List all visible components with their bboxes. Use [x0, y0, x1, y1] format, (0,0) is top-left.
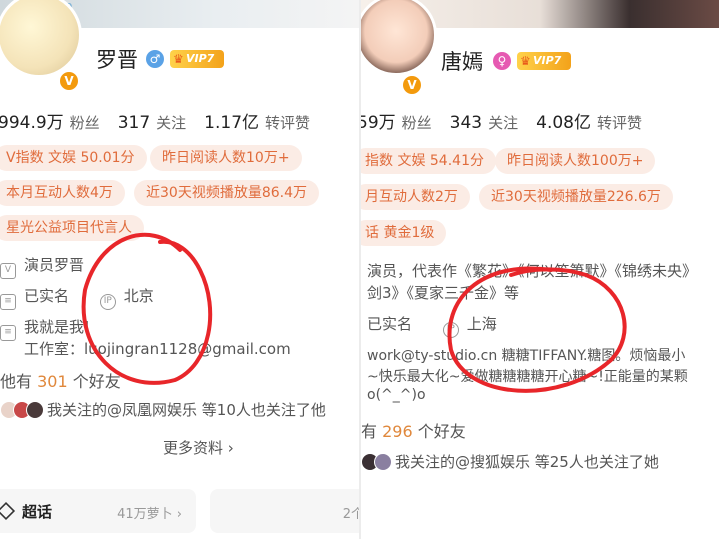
- vip-badge[interactable]: VIP7: [517, 52, 571, 70]
- following-count[interactable]: 317: [118, 113, 150, 133]
- following-count[interactable]: 343: [450, 113, 482, 133]
- bio-line2: ~快乐最大化~爱做糖糖糖糖开心糖~!正能量的某颗: [367, 369, 688, 385]
- verified-badge-icon: V: [401, 74, 423, 96]
- friends-row[interactable]: 他有 301 个好友: [0, 368, 121, 392]
- friends-count: 296: [382, 422, 413, 441]
- vip-badge[interactable]: VIP7: [170, 50, 224, 68]
- female-gender-icon: ♀: [493, 52, 511, 70]
- friends-row[interactable]: 有 296 个好友: [361, 418, 466, 442]
- supertopic-card[interactable]: 超话 41万萝卜 ›: [0, 489, 196, 533]
- profile-name: 罗晋: [96, 48, 138, 72]
- realname-ip-row: ≡ 已实名 IP 北京: [0, 285, 154, 310]
- chip-interactions[interactable]: 月互动人数2万: [361, 184, 470, 210]
- right-profile-panel: V 唐嫣 ♀ VIP7 59万粉丝343关注4.08亿转评赞 指数 文娱 54.…: [361, 0, 719, 539]
- mutual-avatars: [0, 401, 44, 423]
- stats-row: 994.9万 粉丝 317 关注 1.17亿 转评赞: [0, 113, 311, 133]
- friends-count: 301: [37, 372, 68, 391]
- ip-location: 北京: [123, 287, 154, 305]
- bio-line3: o(^_^)o: [367, 387, 426, 403]
- chip-interactions[interactable]: 本月互动人数4万: [0, 180, 125, 206]
- mutual-follow-row[interactable]: 我关注的@凤凰网娱乐 等10人也关注了他: [0, 399, 326, 423]
- followers-count[interactable]: 994.9万: [0, 113, 64, 133]
- chip-supertopic-level[interactable]: 话 黄金1级: [361, 220, 447, 246]
- chip-charity[interactable]: 星光公益项目代言人: [0, 215, 144, 241]
- id-card-icon: ≡: [0, 294, 16, 310]
- verification-line2: 剑3》《夏家三千金》等: [367, 284, 520, 302]
- avatar[interactable]: [0, 0, 82, 78]
- ip-icon: IP: [442, 322, 459, 338]
- chip-v-index[interactable]: 指数 文娱 54.41分: [361, 148, 496, 174]
- stats-row: 59万 粉丝 343 关注 4.08亿 转评赞: [361, 108, 660, 133]
- verified-badge-icon: V: [58, 70, 80, 92]
- document-icon: ≡: [0, 325, 16, 341]
- chip-video-plays[interactable]: 近30天视频播放量86.4万: [134, 180, 319, 206]
- ip-icon: IP: [99, 294, 116, 310]
- chip-reads[interactable]: 昨日阅读人数100万+: [495, 148, 656, 174]
- bio-line1: work@ty-studio.cn 糖糖TIFFANY.糖图。烦恼最小: [367, 348, 686, 364]
- avatar[interactable]: [361, 0, 437, 76]
- ip-location: 上海: [466, 315, 497, 333]
- mutual-follow-row[interactable]: 我关注的@搜狐娱乐 等25人也关注了她: [361, 451, 659, 475]
- chip-v-index[interactable]: V指数 文娱 50.01分: [0, 145, 147, 171]
- bio-line2: 工作室：luojingran1128@gmail.com: [24, 340, 291, 358]
- more-info-link[interactable]: 更多资料 ›: [163, 437, 234, 458]
- male-gender-icon: ♂: [146, 50, 164, 68]
- verification-line1: 演员，代表作《繁花》《何以笙箫默》《锦绣未央》: [367, 262, 698, 280]
- chip-reads[interactable]: 昨日阅读人数10万+: [150, 145, 302, 171]
- followers-count[interactable]: 59万: [361, 113, 396, 133]
- diamond-icon: [0, 501, 16, 521]
- realname-ip-row: 已实名 IP 上海: [367, 313, 497, 338]
- interactions-count: 1.17亿: [204, 113, 260, 133]
- second-card[interactable]: 2个: [210, 489, 360, 533]
- shield-icon: V: [0, 263, 16, 279]
- interactions-count: 4.08亿: [536, 113, 591, 133]
- verification-row: V 演员罗晋: [0, 254, 84, 279]
- chip-video-plays[interactable]: 近30天视频播放量226.6万: [479, 184, 673, 210]
- profile-name: 唐嫣: [441, 50, 483, 74]
- left-profile-panel: ley2020 V 罗晋 ♂ VIP7 994.9万粉丝317关注1.17亿转评…: [0, 0, 360, 539]
- mutual-avatars: [361, 453, 392, 475]
